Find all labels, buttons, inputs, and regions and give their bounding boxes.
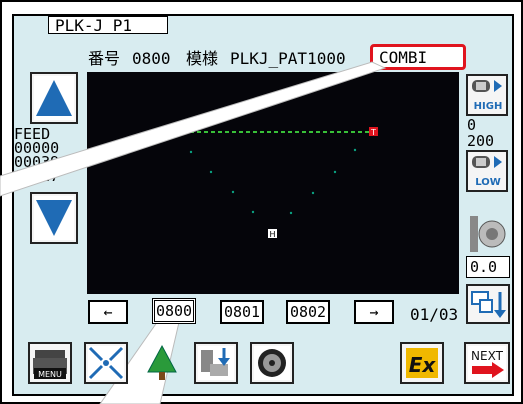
- speed-low-icon: LOW: [472, 156, 502, 188]
- speed-low-button[interactable]: LOW: [466, 150, 508, 192]
- thread-tension-button[interactable]: [466, 212, 508, 256]
- tree-icon: [147, 344, 177, 380]
- next-label: NEXT: [471, 349, 504, 363]
- ex-label: Ex: [409, 353, 437, 377]
- center-align-button[interactable]: [84, 342, 128, 384]
- speed-high-icon: HIGH: [472, 80, 503, 112]
- transfer-icon: [471, 291, 506, 318]
- tension-dial-icon: [470, 216, 506, 252]
- speed-high-button[interactable]: HIGH: [466, 74, 508, 116]
- pattern-item-0801[interactable]: 0801: [220, 300, 264, 324]
- origin-transfer-icon: [198, 346, 234, 380]
- prev-pattern-button[interactable]: ←: [88, 300, 128, 324]
- speed-low-value: 200: [467, 132, 495, 150]
- ex-icon: Ex: [406, 348, 438, 378]
- low-label: LOW: [475, 177, 501, 188]
- menu-button[interactable]: MENU: [28, 342, 72, 384]
- ex-function-button[interactable]: Ex: [400, 342, 444, 384]
- converge-arrows-icon: [88, 346, 124, 380]
- speed-high-value: 0: [467, 116, 477, 134]
- origin-set-button[interactable]: [194, 342, 238, 384]
- next-pattern-button[interactable]: →: [354, 300, 394, 324]
- pattern-item-0800[interactable]: 0800: [152, 298, 196, 324]
- tension-value: 0.0: [466, 256, 510, 278]
- high-label: HIGH: [474, 101, 503, 112]
- menu-label: MENU: [38, 370, 62, 379]
- bobbin-winder-icon: [254, 346, 290, 380]
- next-button[interactable]: NEXT: [464, 342, 510, 384]
- menu-toolbox-icon: MENU: [33, 350, 67, 379]
- page-indicator: 01/03: [410, 305, 459, 324]
- next-arrow-icon: NEXT: [468, 346, 506, 380]
- tree-stitch-button[interactable]: [140, 342, 184, 384]
- pattern-item-0802[interactable]: 0802: [286, 300, 330, 324]
- winder-button[interactable]: [250, 342, 294, 384]
- transfer-button[interactable]: [466, 284, 510, 324]
